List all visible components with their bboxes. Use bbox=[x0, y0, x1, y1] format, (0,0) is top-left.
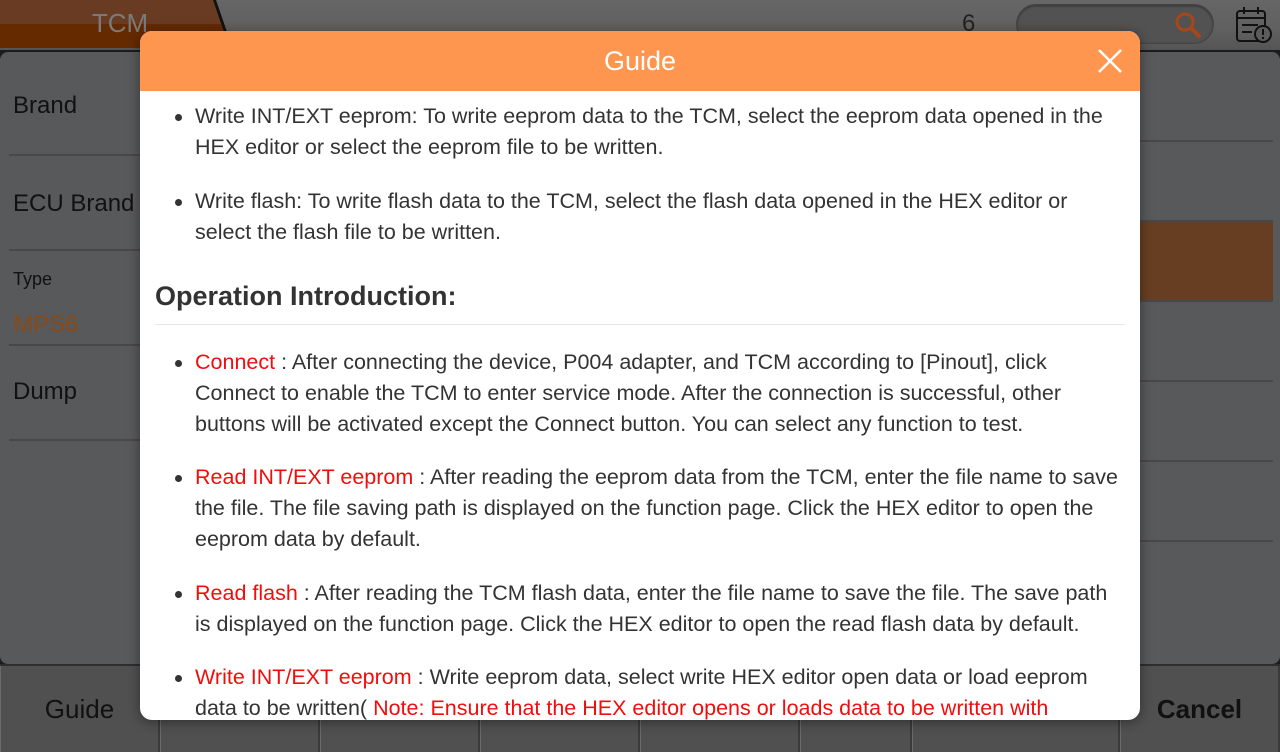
list-item: Read INT/EXT eeprom : After reading the … bbox=[175, 462, 1125, 555]
item-term: Read INT/EXT eeprom bbox=[195, 465, 414, 489]
item-term: Connect bbox=[195, 350, 276, 374]
list-item: Write flash: To write flash data to the … bbox=[175, 186, 1125, 248]
section-heading: Operation Introduction: bbox=[155, 281, 457, 311]
close-icon[interactable] bbox=[1096, 47, 1124, 75]
dialog-body[interactable]: Write INT/EXT eeprom: To write eeprom da… bbox=[140, 91, 1140, 720]
item-term: Read flash bbox=[195, 581, 298, 605]
list-item: Connect : After connecting the device, P… bbox=[175, 347, 1125, 440]
item-text: : After reading the TCM flash data, ente… bbox=[195, 581, 1108, 636]
list-item: Write INT/EXT eeprom: To write eeprom da… bbox=[175, 101, 1125, 163]
item-term: Write INT/EXT eeprom bbox=[195, 665, 412, 689]
guide-dialog: Guide Write INT/EXT eeprom: To write eep… bbox=[140, 31, 1140, 720]
dialog-header: Guide bbox=[140, 31, 1140, 91]
item-text: : After connecting the device, P004 adap… bbox=[195, 350, 1062, 436]
list-item: Write INT/EXT eeprom : Write eeprom data… bbox=[175, 662, 1125, 720]
dialog-title: Guide bbox=[603, 46, 677, 76]
heading-divider bbox=[155, 324, 1125, 325]
list-item: Read flash : After reading the TCM flash… bbox=[175, 578, 1125, 640]
